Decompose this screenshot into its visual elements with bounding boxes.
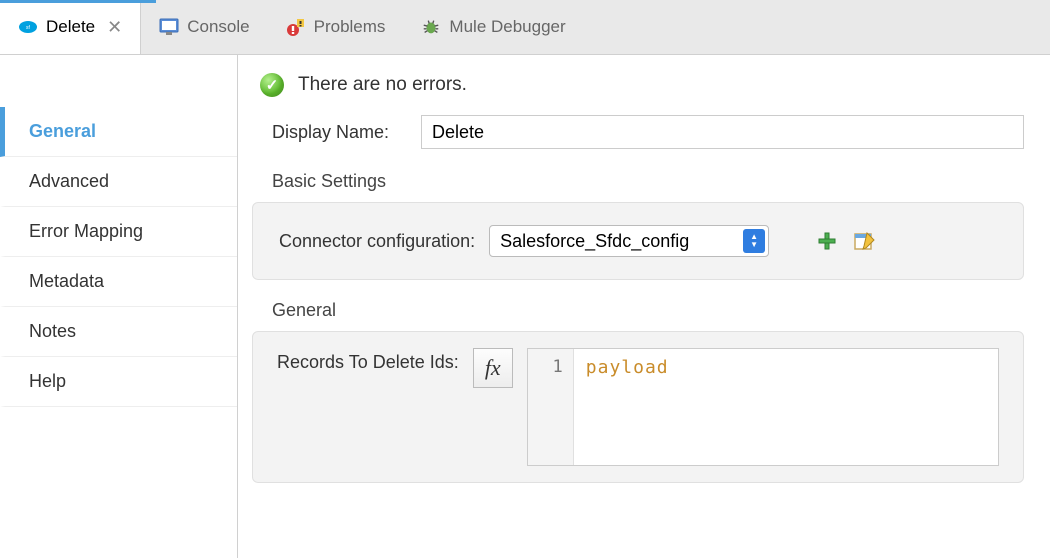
display-name-input[interactable] [421,115,1024,149]
tab-label: Console [187,17,249,37]
edit-icon [854,231,876,251]
sidebar-item-error-mapping[interactable]: Error Mapping [0,207,237,257]
display-name-label: Display Name: [272,122,407,143]
tab-problems[interactable]: Problems [268,0,404,54]
fx-button[interactable]: fx [473,348,513,388]
sidebar: General Advanced Error Mapping Metadata … [0,55,238,558]
sidebar-item-label: Help [29,371,66,391]
plus-icon [817,231,837,251]
tab-debugger[interactable]: Mule Debugger [403,0,583,54]
status-row: ✓ There are no errors. [252,73,1024,97]
line-gutter: 1 [528,349,574,465]
tab-label: Problems [314,17,386,37]
tab-label: Mule Debugger [449,17,565,37]
salesforce-icon: sf [18,17,38,37]
code-content[interactable]: payload [574,349,998,465]
main-layout: General Advanced Error Mapping Metadata … [0,55,1050,558]
add-config-button[interactable] [815,229,839,253]
section-title: General [252,300,1024,321]
tab-bar: sf Delete ✕ Console Problems Mule Debugg… [0,0,1050,55]
connector-config-row: Connector configuration: ▲▼ [279,225,997,257]
general-section: General Records To Delete Ids: fx 1 payl… [252,300,1024,483]
connector-config-select[interactable] [489,225,769,257]
problems-icon [286,17,306,37]
code-editor[interactable]: 1 payload [527,348,999,466]
tab-console[interactable]: Console [141,0,267,54]
section-title: Basic Settings [252,171,1024,192]
sidebar-item-label: Error Mapping [29,221,143,241]
connector-config-label: Connector configuration: [279,231,475,252]
sidebar-item-label: General [29,121,96,141]
sidebar-item-notes[interactable]: Notes [0,307,237,357]
sidebar-item-label: Metadata [29,271,104,291]
records-delete-label: Records To Delete Ids: [277,348,459,373]
svg-text:sf: sf [26,25,31,31]
sidebar-item-advanced[interactable]: Advanced [0,157,237,207]
tab-delete[interactable]: sf Delete ✕ [0,0,141,54]
sidebar-item-help[interactable]: Help [0,357,237,407]
sidebar-item-general[interactable]: General [0,107,237,157]
close-icon[interactable]: ✕ [107,17,122,38]
debugger-icon [421,17,441,37]
sidebar-item-metadata[interactable]: Metadata [0,257,237,307]
check-icon: ✓ [260,73,284,97]
edit-config-button[interactable] [853,229,877,253]
tab-label: Delete [46,17,95,37]
sidebar-item-label: Notes [29,321,76,341]
basic-settings-section: Basic Settings Connector configuration: … [252,171,1024,280]
sidebar-item-label: Advanced [29,171,109,191]
console-icon [159,17,179,37]
display-name-row: Display Name: [252,115,1024,149]
status-text: There are no errors. [298,74,467,96]
content-area: ✓ There are no errors. Display Name: Bas… [238,55,1050,558]
